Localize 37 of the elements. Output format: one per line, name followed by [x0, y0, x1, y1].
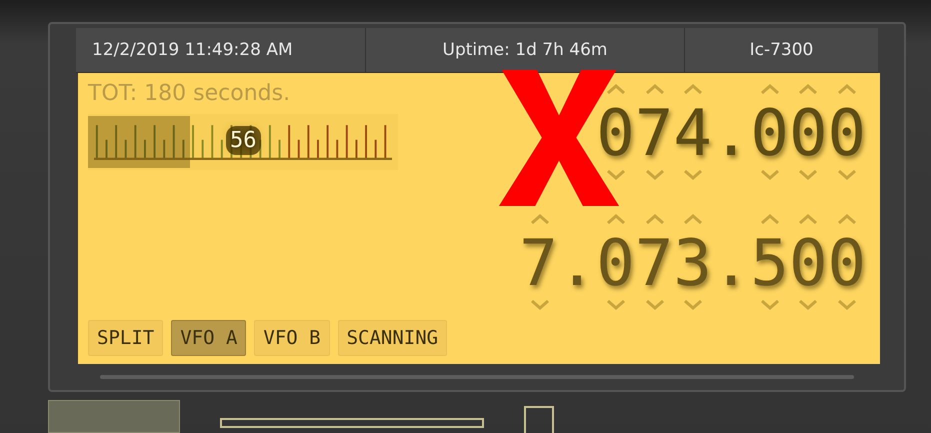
date-time: 12/2/2019 11:49:28 AM [76, 28, 366, 72]
tot-label: TOT: 180 seconds. [88, 81, 292, 106]
small-button[interactable] [524, 406, 554, 433]
chevron-up-icon[interactable] [530, 213, 550, 225]
mode-button[interactable]: VFO A [171, 320, 246, 356]
chevron-down-icon[interactable] [644, 169, 665, 181]
chevron-down-icon[interactable] [683, 169, 704, 181]
mode-button[interactable]: SCANNING [338, 320, 448, 356]
chevron-down-icon[interactable] [644, 299, 665, 311]
radio-model: Ic-7300 [748, 39, 814, 62]
chevron-down-icon[interactable] [683, 299, 704, 311]
chevron-down-icon[interactable] [836, 169, 857, 181]
chevron-down-icon[interactable] [760, 299, 780, 311]
chevron-up-icon[interactable] [606, 213, 626, 225]
chevron-down-icon[interactable] [798, 169, 818, 181]
chevron-up-icon[interactable] [683, 213, 704, 225]
chevron-up-icon[interactable] [644, 83, 665, 95]
chevron-down-icon[interactable] [606, 299, 626, 311]
chevron-up-icon[interactable] [683, 83, 704, 95]
mode-button[interactable]: SPLIT [88, 320, 164, 356]
main-frequency-readout: 074.000 [596, 99, 866, 169]
mode-button[interactable]: VFO B [254, 320, 330, 356]
chevron-up-icon[interactable] [798, 213, 818, 225]
sub-frequency-readout: 7.073.500 [519, 229, 866, 299]
chevron-down-icon[interactable] [798, 299, 818, 311]
slider-track[interactable] [100, 375, 854, 379]
chevron-down-icon[interactable] [606, 169, 626, 181]
chevron-down-icon[interactable] [836, 299, 857, 311]
chevron-up-icon[interactable] [760, 83, 780, 95]
chevron-up-icon[interactable] [606, 83, 626, 95]
chevron-up-icon[interactable] [836, 213, 857, 225]
chevron-down-icon[interactable] [760, 169, 780, 181]
chevron-up-icon[interactable] [836, 83, 857, 95]
chevron-down-icon[interactable] [530, 299, 550, 311]
chevron-up-icon[interactable] [760, 213, 780, 225]
chevron-up-icon[interactable] [798, 83, 818, 95]
chevron-up-icon[interactable] [644, 213, 665, 225]
